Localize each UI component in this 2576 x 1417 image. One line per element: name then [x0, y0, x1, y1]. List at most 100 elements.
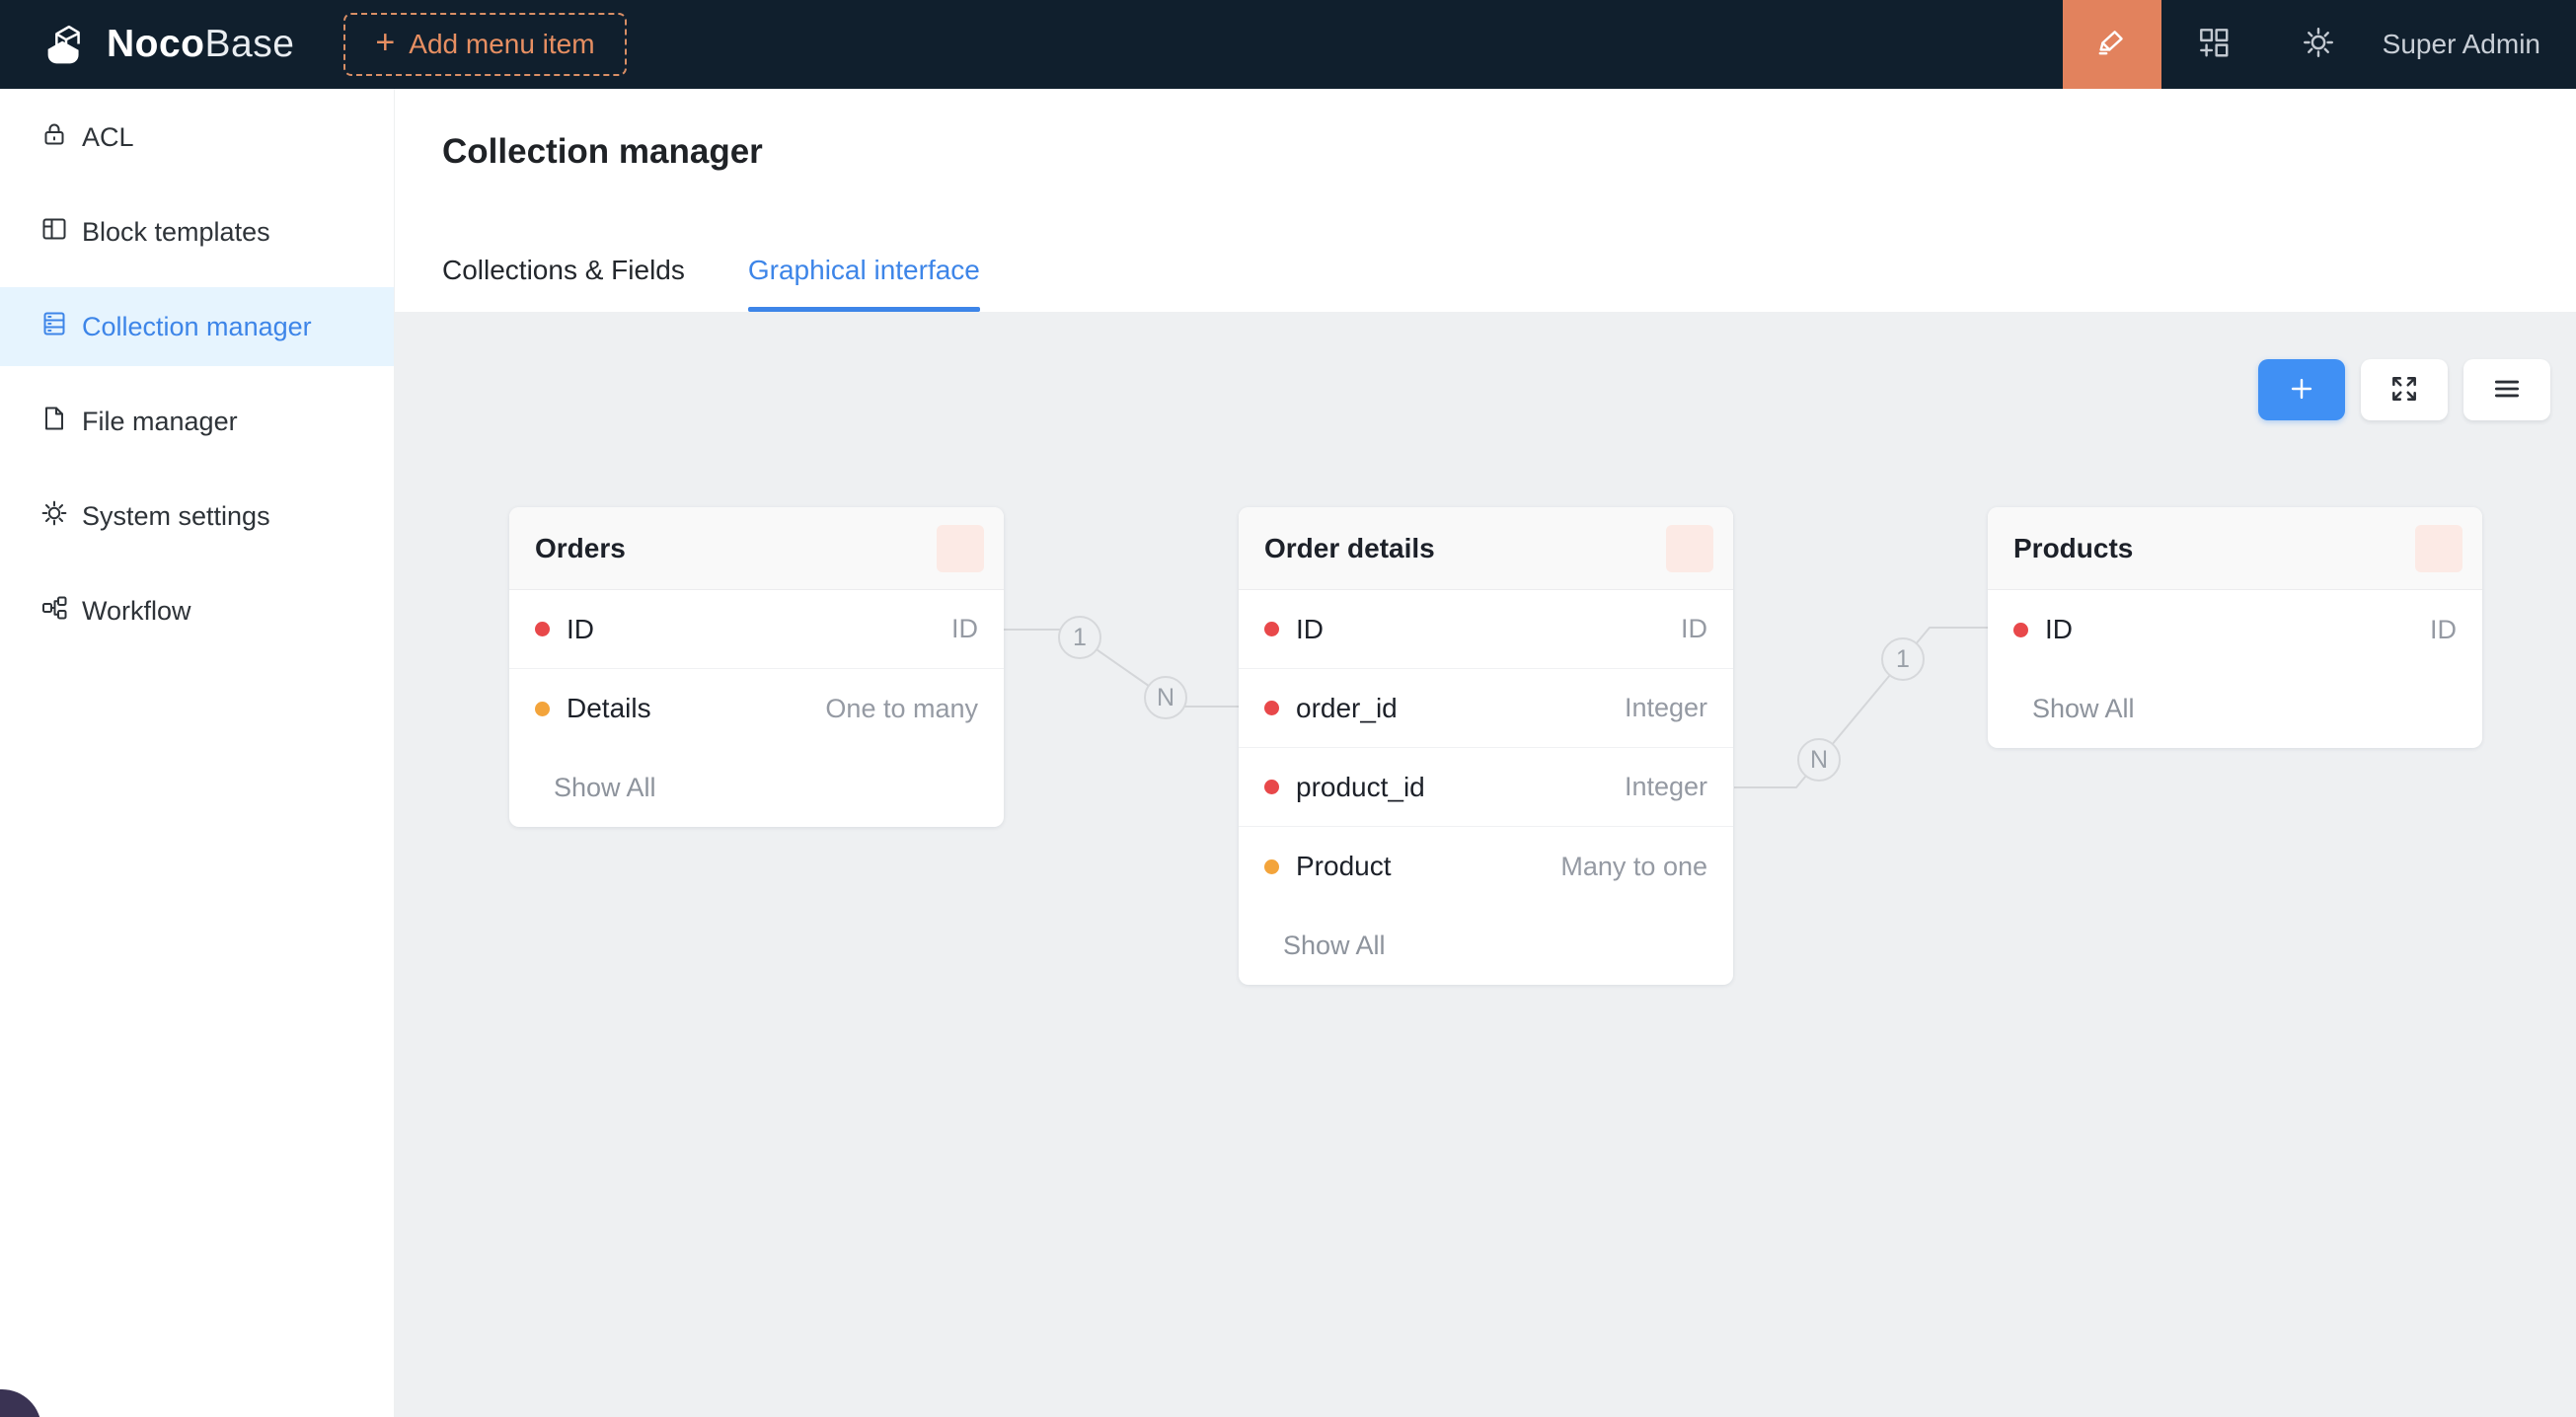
field-type: Integer	[1625, 772, 1707, 802]
edit-collection-button[interactable]	[2358, 525, 2405, 572]
graph-canvas[interactable]: 1 N N 1 Orders ID ID Details One to many Sh…	[395, 312, 2576, 1417]
field-row-id[interactable]: ID ID	[509, 590, 1004, 669]
field-row-details[interactable]: Details One to many	[509, 669, 1004, 748]
show-all-toggle[interactable]: Show All	[509, 748, 1004, 827]
collection-node-header: Orders	[509, 507, 1004, 590]
brand-name: NocoBase	[107, 23, 294, 66]
highlighter-icon	[2094, 25, 2130, 65]
field-name: order_id	[1296, 693, 1625, 724]
sidebar-item-label: System settings	[82, 501, 270, 532]
brand-logo[interactable]: NocoBase	[38, 16, 294, 73]
collection-title: Order details	[1264, 533, 1609, 564]
page-title: Collection manager	[442, 132, 763, 172]
collection-list-button[interactable]	[2463, 359, 2550, 420]
topbar: NocoBase + Add menu item Super Admin	[0, 0, 2576, 89]
field-row-product[interactable]: Product Many to one	[1239, 827, 1733, 906]
field-name: Product	[1296, 851, 1560, 882]
lock-icon	[39, 119, 69, 156]
collection-title: Products	[2013, 533, 2358, 564]
field-dot	[1264, 701, 1279, 715]
field-type: Many to one	[1560, 852, 1707, 882]
gear-icon	[39, 498, 69, 535]
ui-editor-button[interactable]	[2063, 0, 2161, 89]
show-all-toggle[interactable]: Show All	[1239, 906, 1733, 985]
field-name: ID	[567, 614, 951, 645]
field-row-order-id[interactable]: order_id Integer	[1239, 669, 1733, 748]
tab-graphical-interface[interactable]: Graphical interface	[748, 255, 980, 312]
sidebar-item-label: Block templates	[82, 217, 270, 248]
plus-icon: +	[375, 26, 395, 59]
menu-icon	[2491, 373, 2523, 408]
appstore-add-icon	[2196, 25, 2232, 65]
fullscreen-icon	[2388, 373, 2420, 408]
relation-edge-2	[1734, 628, 1988, 787]
database-icon	[39, 309, 69, 345]
collection-node-order-details[interactable]: Order details ID ID order_id Integer pro…	[1239, 507, 1733, 985]
delete-collection-button[interactable]	[1666, 525, 1713, 572]
collection-node-orders[interactable]: Orders ID ID Details One to many Show Al…	[509, 507, 1004, 827]
sidebar-item-block-templates[interactable]: Block templates	[0, 192, 394, 271]
plus-icon	[2286, 373, 2317, 408]
sidebar-item-label: Collection manager	[82, 312, 312, 342]
field-name: product_id	[1296, 772, 1625, 803]
tab-collections-fields[interactable]: Collections & Fields	[442, 255, 685, 312]
layout-icon	[39, 214, 69, 251]
field-row-product-id[interactable]: product_id Integer	[1239, 748, 1733, 827]
field-type: ID	[951, 614, 978, 644]
field-type: ID	[1681, 614, 1707, 644]
edit-collection-button[interactable]	[1609, 525, 1656, 572]
main-content: Collection manager Collections & Fields G…	[395, 89, 2576, 1417]
collection-title: Orders	[535, 533, 879, 564]
sidebar-item-workflow[interactable]: Workflow	[0, 571, 394, 650]
field-type: ID	[2430, 615, 2457, 645]
fullscreen-button[interactable]	[2361, 359, 2448, 420]
field-type: Integer	[1625, 693, 1707, 723]
page-header: Collection manager Collections & Fields G…	[395, 89, 2576, 312]
field-dot	[1264, 622, 1279, 636]
field-dot	[2013, 623, 2028, 637]
cardinality-label: 1	[1896, 645, 1910, 673]
plugin-manager-button[interactable]	[2161, 0, 2266, 89]
gear-icon	[2301, 25, 2336, 65]
collection-node-header: Order details	[1239, 507, 1733, 590]
file-icon	[39, 404, 69, 440]
field-dot	[1264, 859, 1279, 874]
settings-center-button[interactable]	[2266, 0, 2371, 89]
add-menu-item-label: Add menu item	[409, 29, 594, 60]
sidebar: ACL Block templates Collection manager F…	[0, 89, 395, 1417]
field-dot	[535, 622, 550, 636]
sidebar-item-label: Workflow	[82, 596, 191, 627]
nocobase-logo-icon	[38, 16, 95, 73]
canvas-toolbar	[2258, 359, 2550, 420]
field-name: Details	[567, 693, 825, 724]
sidebar-item-system-settings[interactable]: System settings	[0, 477, 394, 556]
collection-node-header: Products	[1988, 507, 2482, 590]
add-menu-item-button[interactable]: + Add menu item	[343, 13, 626, 76]
nocobase-app: NocoBase + Add menu item Super Admin ACL…	[0, 0, 2576, 1417]
edit-collection-button[interactable]	[879, 525, 927, 572]
cardinality-label: N	[1157, 684, 1174, 711]
sidebar-item-file-manager[interactable]: File manager	[0, 382, 394, 461]
cardinality-label: N	[1810, 746, 1828, 774]
add-collection-button[interactable]	[2258, 359, 2345, 420]
cardinality-label: 1	[1073, 624, 1087, 651]
field-type: One to many	[825, 694, 978, 724]
field-row-id[interactable]: ID ID	[1988, 590, 2482, 669]
field-name: ID	[1296, 614, 1681, 645]
current-user[interactable]: Super Admin	[2383, 29, 2540, 60]
relation-edge-1	[1003, 630, 1239, 707]
collection-node-products[interactable]: Products ID ID Show All	[1988, 507, 2482, 748]
sidebar-item-acl[interactable]: ACL	[0, 98, 394, 177]
field-dot	[1264, 780, 1279, 794]
field-row-id[interactable]: ID ID	[1239, 590, 1733, 669]
sidebar-item-collection-manager[interactable]: Collection manager	[0, 287, 394, 366]
tab-bar: Collections & Fields Graphical interface	[442, 255, 980, 312]
partition-icon	[39, 593, 69, 630]
delete-collection-button[interactable]	[937, 525, 984, 572]
sidebar-item-label: File manager	[82, 407, 238, 437]
sidebar-item-label: ACL	[82, 122, 134, 153]
delete-collection-button[interactable]	[2415, 525, 2462, 572]
field-name: ID	[2045, 614, 2430, 645]
show-all-toggle[interactable]: Show All	[1988, 669, 2482, 748]
field-dot	[535, 702, 550, 716]
